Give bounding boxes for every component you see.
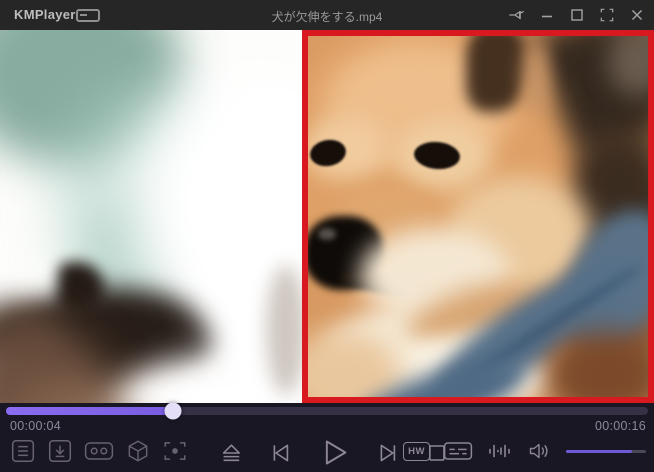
volume-slider[interactable] xyxy=(566,450,646,453)
always-on-top-pin-icon[interactable] xyxy=(508,6,526,24)
seek-fill xyxy=(6,407,173,415)
zoom-selection-rectangle[interactable] xyxy=(302,30,654,403)
kmplayer-window: KMPlayer 犬が欠伸をする.mp4 xyxy=(0,0,654,472)
next-icon[interactable] xyxy=(375,440,401,466)
capture-zoom-icon[interactable] xyxy=(162,438,188,464)
video-frame[interactable] xyxy=(0,30,654,403)
close-icon[interactable] xyxy=(628,6,646,24)
titlebar[interactable]: KMPlayer 犬が欠伸をする.mp4 xyxy=(0,0,654,30)
current-time: 00:00:04 xyxy=(10,419,61,433)
right-tool-group: HW xyxy=(403,440,646,462)
subtitles-icon[interactable] xyxy=(443,440,473,462)
vr-360-icon[interactable] xyxy=(84,438,114,464)
fullscreen-icon[interactable] xyxy=(598,6,616,24)
hardware-decoding-button[interactable]: HW xyxy=(403,442,430,461)
total-time: 00:00:16 xyxy=(595,419,646,433)
window-controls xyxy=(508,0,646,30)
eject-icon[interactable] xyxy=(219,440,244,466)
seek-handle[interactable] xyxy=(164,403,181,420)
seek-bar[interactable] xyxy=(6,407,648,415)
left-tool-group xyxy=(10,438,188,464)
minimize-icon[interactable] xyxy=(538,6,556,24)
3d-video-icon[interactable] xyxy=(125,438,151,464)
playlist-icon[interactable] xyxy=(10,438,36,464)
buttons-row: HW xyxy=(0,436,654,468)
download-icon[interactable] xyxy=(47,438,73,464)
control-bar: 00:00:04 00:00:16 xyxy=(0,403,654,472)
dog-closeup-scene xyxy=(308,36,648,397)
equalizer-icon[interactable] xyxy=(486,441,514,461)
maximize-icon[interactable] xyxy=(568,6,586,24)
play-icon[interactable] xyxy=(318,436,351,469)
volume-icon[interactable] xyxy=(527,441,553,461)
volume-fill xyxy=(566,450,632,453)
previous-icon[interactable] xyxy=(268,440,294,466)
